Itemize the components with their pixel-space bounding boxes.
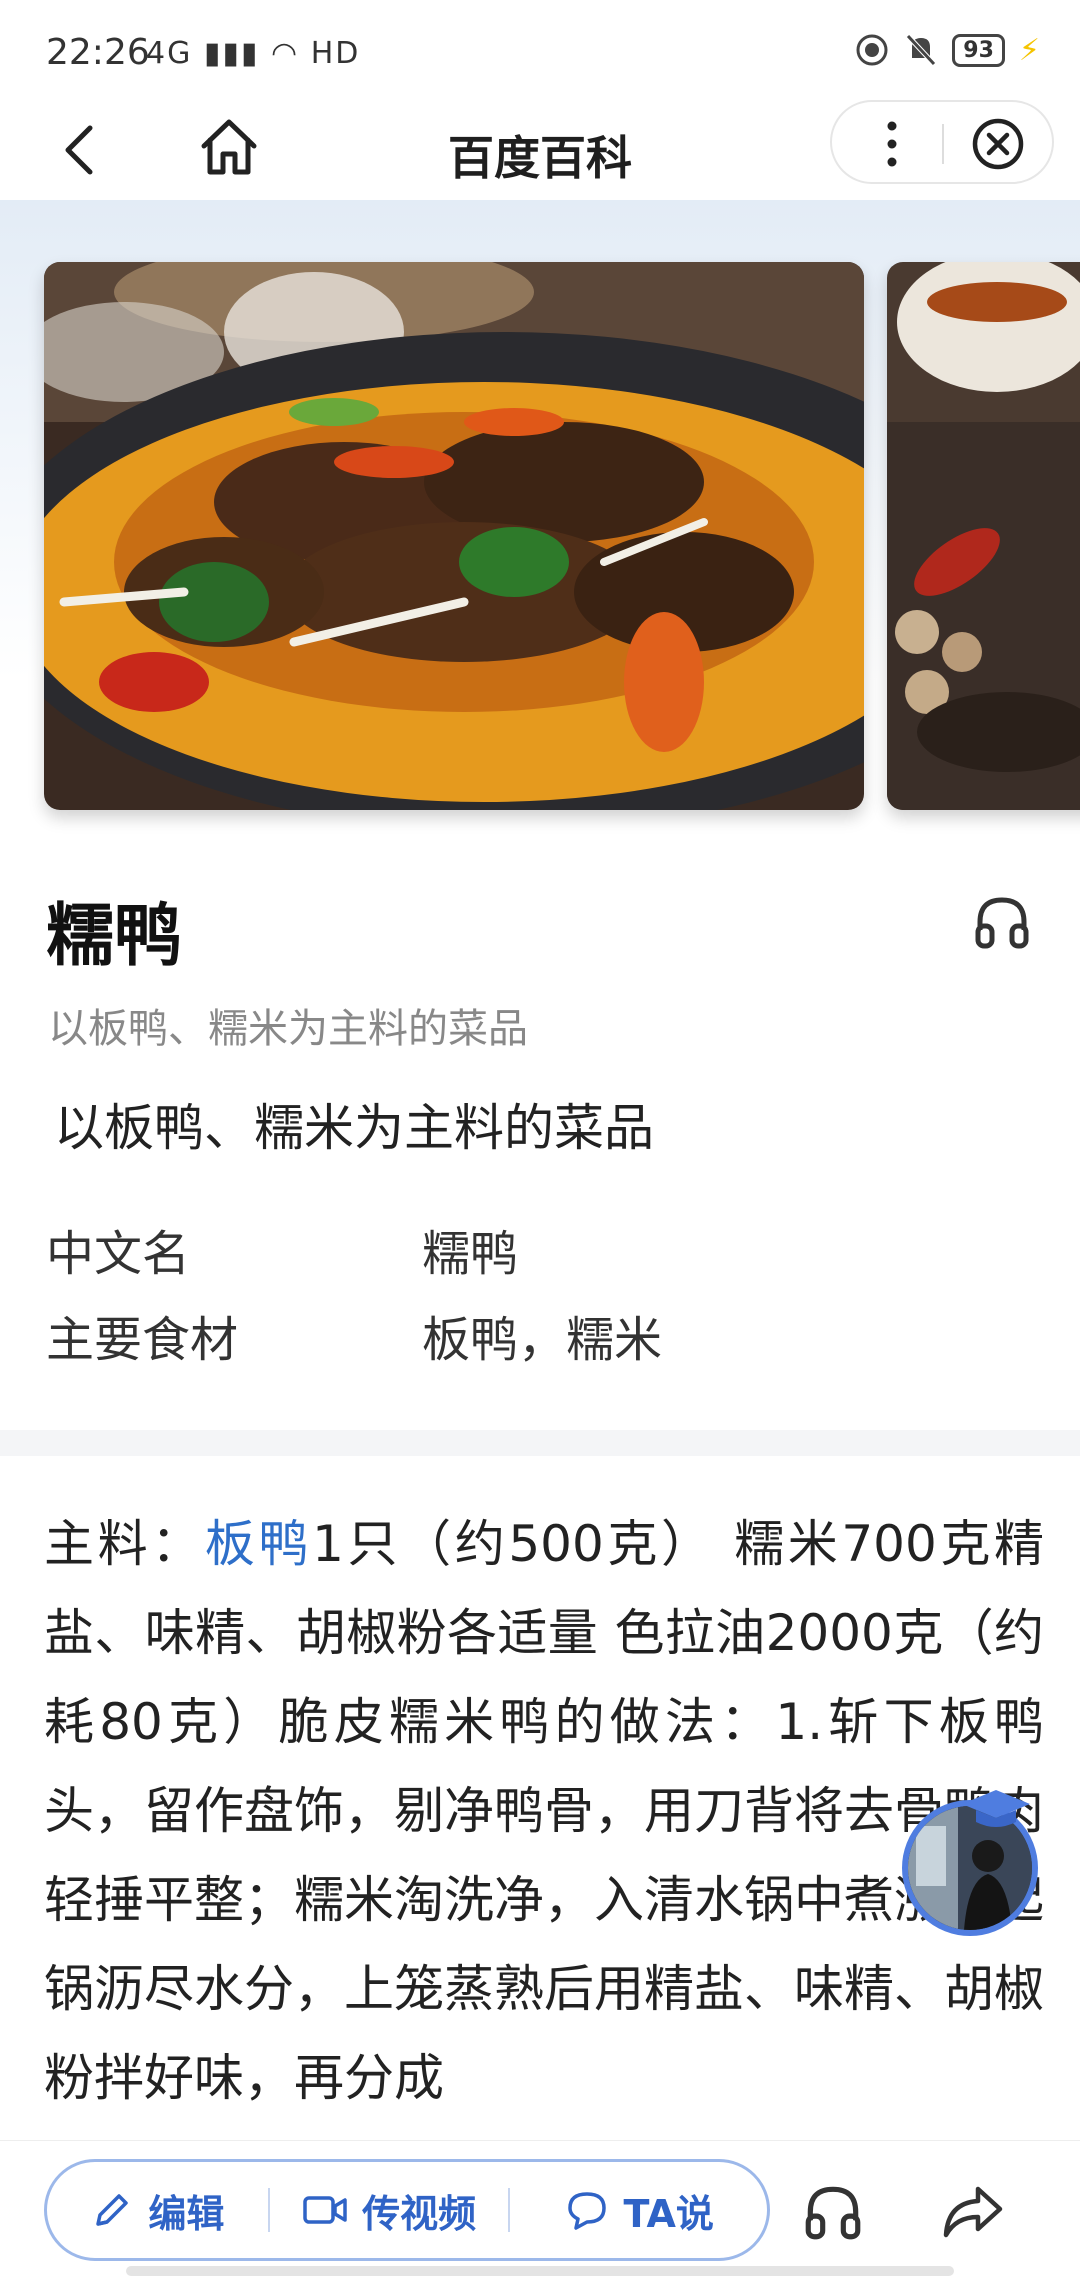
upload-video-button[interactable]: 传视频 — [270, 2162, 509, 2258]
entry-summary: 以板鸭、糯米为主料的菜品 — [54, 1099, 654, 1157]
entry-subtitle: 以板鸭、糯米为主料的菜品 — [48, 1006, 528, 1052]
info-row-main-ingredients: 主要食材 板鸭，糯米 — [46, 1300, 662, 1370]
secondary-photo[interactable] — [887, 262, 1080, 810]
wifi-icon: ◠ — [270, 36, 300, 71]
body-prefix: 主料： — [44, 1515, 205, 1573]
info-key: 中文名 — [46, 1226, 191, 1282]
graduation-cap-icon — [962, 1790, 1030, 1827]
edit-label: 编辑 — [148, 2191, 225, 2236]
signal-icon: ▮▮▮ — [203, 36, 260, 71]
link-banya[interactable]: 板鸭 — [205, 1515, 312, 1573]
close-circle-icon[interactable] — [970, 116, 1026, 172]
info-value: 糯鸭 — [422, 1226, 519, 1282]
video-icon — [303, 2196, 347, 2224]
status-network: 4G ▮▮▮ ◠ HD — [146, 36, 360, 71]
share-icon[interactable] — [940, 2179, 1006, 2245]
home-indicator — [126, 2266, 954, 2276]
mini-program-capsule — [830, 100, 1054, 184]
info-value: 板鸭，糯米 — [422, 1312, 663, 1368]
capsule-divider — [942, 124, 944, 164]
info-key: 主要食材 — [46, 1312, 239, 1368]
status-icons: 93 ⚡ — [854, 32, 1040, 68]
charging-icon: ⚡ — [1018, 32, 1040, 68]
pencil-icon — [96, 2194, 129, 2226]
entry-body-text: 主料：板鸭1只（约500克） 糯米700克精盐、味精、胡椒粉各适量 色拉油200… — [44, 1500, 1044, 2124]
record-icon — [856, 34, 888, 66]
ta-say-button[interactable]: TA说 — [510, 2162, 767, 2258]
info-row-chinese-name: 中文名 糯鸭 — [46, 1214, 518, 1284]
body-content: 1只（约500克） 糯米700克精盐、味精、胡椒粉各适量 色拉油2000克（约耗… — [44, 1515, 1044, 2107]
edit-button[interactable]: 编辑 — [47, 2162, 268, 2258]
battery-indicator: 93 — [952, 33, 1005, 67]
headphones-icon[interactable] — [970, 890, 1034, 954]
nav-bar: 百度百科 — [0, 100, 1080, 200]
more-vertical-icon[interactable] — [872, 118, 912, 170]
network-type: 4G — [146, 36, 193, 71]
status-bar: 22:26 4G ▮▮▮ ◠ HD 93 ⚡ — [0, 0, 1080, 100]
video-label: 传视频 — [362, 2191, 477, 2236]
action-pill: 编辑 传视频 TA说 — [44, 2159, 770, 2261]
image-carousel[interactable] — [0, 200, 1080, 840]
bottom-toolbar: 编辑 传视频 TA说 — [0, 2140, 1080, 2280]
entry-title: 糯鸭 — [46, 897, 183, 976]
ta-say-label: TA说 — [623, 2191, 714, 2236]
chat-bubble-icon — [567, 2192, 606, 2230]
section-divider — [0, 1430, 1080, 1456]
headphones-icon[interactable] — [800, 2179, 866, 2245]
mute-bell-icon — [906, 34, 937, 66]
status-time: 22:26 — [46, 32, 150, 73]
wifi-label: HD — [310, 36, 361, 71]
dish-photo[interactable] — [44, 262, 864, 810]
